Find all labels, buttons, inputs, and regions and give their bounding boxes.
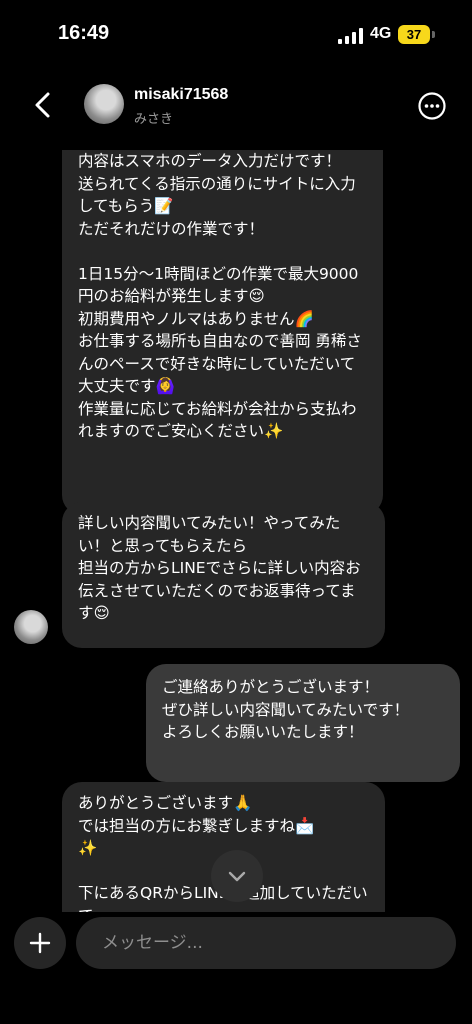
network-type: 4G [370,25,392,42]
scroll-to-bottom-button[interactable] [211,850,263,902]
message-input[interactable] [76,917,456,969]
status-bar: 16:49 4G 37 [0,0,472,70]
display-name: みさき [134,112,174,127]
plus-icon [29,932,51,954]
more-circle-icon[interactable] [418,92,446,120]
avatar[interactable] [84,84,124,124]
battery-tip [432,31,435,38]
add-media-button[interactable] [14,917,66,969]
avatar[interactable] [14,610,48,644]
message-bubble-incoming[interactable]: 内容はスマホのデータ入力だけです！ 送られてくる指示の通りにサイトに入力してもら… [62,150,383,515]
message-bubble-outgoing[interactable]: ご連絡ありがとうございます！ ぜひ詳しい内容聞いてみたいです！ よろしくお願いい… [146,664,460,782]
status-time: 16:49 [58,22,110,44]
chevron-left-icon[interactable] [30,90,56,120]
chat-header: misaki71568 みさき [0,70,472,150]
composer [0,915,472,1024]
chevron-down-icon [228,871,246,882]
signal-icon [338,28,363,44]
message-bubble-incoming[interactable]: 詳しい内容聞いてみたい！やってみたい！と思ってもらえたら 担当の方からLINEで… [62,502,385,648]
username[interactable]: misaki71568 [134,86,228,104]
message-list[interactable]: 内容はスマホのデータ入力だけです！ 送られてくる指示の通りにサイトに入力してもら… [0,150,472,912]
battery-icon: 37 [398,25,430,44]
